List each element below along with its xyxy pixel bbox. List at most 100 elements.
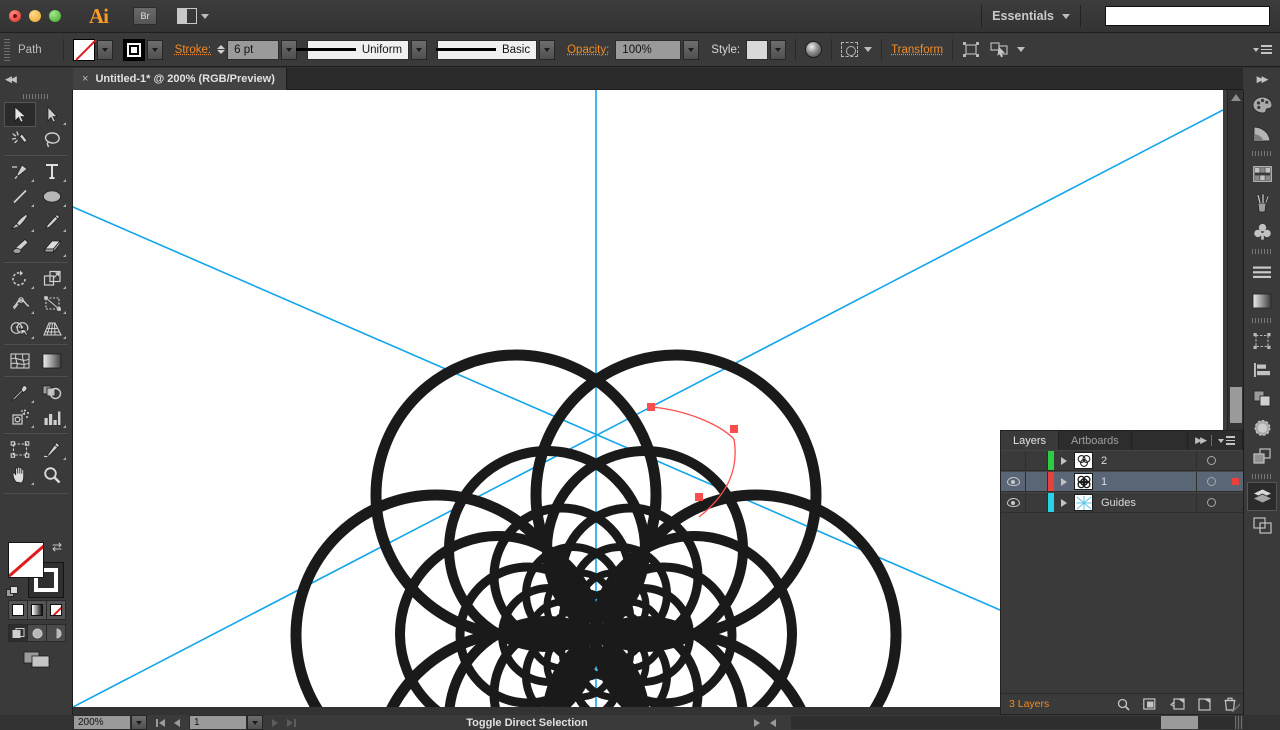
blend-tool[interactable]	[36, 380, 68, 405]
type-tool[interactable]	[36, 159, 68, 184]
zoom-level-input[interactable]: 200%	[73, 715, 131, 730]
create-new-sublayer-icon[interactable]	[1170, 697, 1185, 711]
eraser-tool[interactable]	[36, 234, 68, 259]
perspective-grid-tool[interactable]	[36, 316, 68, 341]
right-dock-collapse[interactable]: ▶▶	[1243, 68, 1280, 90]
mesh-tool[interactable]	[4, 348, 36, 373]
status-text[interactable]: Toggle Direct Selection	[466, 717, 587, 729]
direct-selection-tool[interactable]	[36, 102, 68, 127]
recolor-artwork-icon[interactable]	[805, 41, 823, 58]
left-dock-collapse[interactable]: ◀◀	[0, 68, 73, 90]
layer-name[interactable]: 2	[1101, 455, 1196, 467]
stroke-profile-preview[interactable]: Uniform	[295, 39, 410, 60]
gradient-mode-button[interactable]	[28, 601, 47, 619]
layer-target-indicator[interactable]	[1196, 493, 1226, 512]
table-row[interactable]: 2	[1001, 450, 1244, 471]
zoom-level-dropdown-button[interactable]	[131, 715, 147, 730]
stroke-label[interactable]: Stroke:	[175, 44, 211, 56]
status-bar-grip[interactable]	[1235, 716, 1243, 729]
symbol-sprayer-tool[interactable]	[4, 405, 36, 430]
draw-inside-button[interactable]	[47, 625, 65, 641]
width-tool[interactable]	[4, 291, 36, 316]
brush-definition-preview[interactable]: Basic	[435, 39, 538, 60]
artboard-tool[interactable]	[4, 437, 36, 462]
draw-behind-button[interactable]	[28, 625, 47, 641]
status-expand-icon[interactable]	[749, 716, 765, 729]
locate-object-icon[interactable]	[1117, 698, 1130, 711]
zoom-tool[interactable]	[36, 462, 68, 487]
layer-visibility-toggle[interactable]	[1001, 472, 1026, 491]
ellipse-tool[interactable]	[36, 184, 68, 209]
artboards-panel-icon[interactable]	[1244, 511, 1280, 540]
workspace-switcher[interactable]: Essentials	[992, 9, 1054, 23]
last-artboard-icon[interactable]	[287, 718, 296, 727]
appearance-panel-icon[interactable]	[1244, 442, 1280, 471]
horizontal-scrollbar[interactable]	[791, 716, 1235, 729]
arrange-documents-button[interactable]	[177, 8, 209, 24]
free-transform-tool[interactable]	[36, 291, 68, 316]
swap-fill-stroke-icon[interactable]: ⇄	[52, 540, 62, 554]
selection-tool[interactable]	[4, 102, 36, 127]
layer-lock-toggle[interactable]	[1026, 451, 1048, 470]
transform-link[interactable]: Transform	[891, 44, 943, 56]
tools-panel-grip[interactable]	[23, 94, 49, 99]
align-icon[interactable]	[962, 41, 980, 58]
lasso-tool[interactable]	[36, 127, 68, 152]
tab-artboards[interactable]: Artboards	[1059, 431, 1132, 450]
default-fill-stroke-icon[interactable]	[6, 586, 19, 599]
stroke-weight-stepper[interactable]	[217, 45, 226, 54]
fill-color-swatch[interactable]	[8, 542, 44, 578]
stroke-weight-dropdown-button[interactable]	[281, 39, 298, 60]
select-similar-chevron-down-icon[interactable]	[1017, 47, 1026, 52]
horizontal-scrollbar-thumb[interactable]	[1161, 716, 1198, 729]
control-panel-menu-icon[interactable]	[1253, 45, 1272, 54]
layer-visibility-toggle[interactable]	[1001, 451, 1026, 470]
brushes-panel-icon[interactable]	[1244, 188, 1280, 217]
color-mode-button[interactable]	[9, 601, 28, 619]
layer-target-indicator[interactable]	[1196, 451, 1226, 470]
layer-expand-triangle[interactable]	[1054, 456, 1074, 465]
dock-group-grip[interactable]	[1252, 474, 1272, 479]
artboard-number-input[interactable]: 1	[189, 715, 247, 730]
gradient-tool[interactable]	[36, 348, 68, 373]
isolate-selected-object-icon[interactable]	[841, 42, 859, 57]
search-input[interactable]	[1105, 6, 1270, 26]
layer-name[interactable]: 1	[1101, 476, 1196, 488]
vertical-scrollbar-thumb[interactable]	[1230, 387, 1242, 423]
paintbrush-tool[interactable]	[4, 209, 36, 234]
tab-layers[interactable]: Layers	[1001, 431, 1060, 450]
layer-lock-toggle[interactable]	[1026, 493, 1048, 512]
eyedropper-tool[interactable]	[4, 380, 36, 405]
slice-tool[interactable]	[36, 437, 68, 462]
isolate-chevron-down-icon[interactable]	[864, 47, 873, 52]
blob-brush-tool[interactable]	[4, 234, 36, 259]
create-new-layer-icon[interactable]	[1198, 697, 1211, 711]
select-similar-objects-icon[interactable]	[990, 41, 1010, 58]
stroke-panel-icon[interactable]	[1244, 257, 1280, 286]
opacity-label[interactable]: Opacity:	[567, 44, 609, 56]
collapse-panel-icon[interactable]: ▶▶	[1195, 435, 1207, 446]
dock-group-grip[interactable]	[1252, 249, 1272, 254]
transform-panel-icon[interactable]	[1244, 326, 1280, 355]
color-panel-icon[interactable]	[1244, 90, 1280, 119]
none-mode-button[interactable]	[47, 601, 65, 619]
magic-wand-tool[interactable]	[4, 127, 36, 152]
panel-resize-grip[interactable]	[1229, 701, 1240, 712]
layers-panel-icon[interactable]	[1247, 482, 1277, 511]
zoom-button[interactable]	[49, 10, 61, 22]
color-guide-panel-icon[interactable]	[1244, 119, 1280, 148]
close-button[interactable]	[9, 10, 21, 22]
scroll-up-arrow-icon[interactable]	[1230, 94, 1241, 101]
change-screen-mode-icon[interactable]	[23, 648, 51, 673]
workspace-chevron-down-icon[interactable]	[1062, 13, 1070, 19]
control-bar-grip[interactable]	[4, 38, 10, 61]
first-artboard-icon[interactable]	[156, 718, 165, 727]
layer-visibility-toggle[interactable]	[1001, 493, 1026, 512]
layer-lock-toggle[interactable]	[1026, 472, 1048, 491]
graphic-style-dropdown-button[interactable]	[770, 39, 787, 60]
draw-normal-button[interactable]	[9, 625, 28, 641]
opacity-dropdown-button[interactable]	[683, 39, 700, 60]
panel-menu-icon[interactable]	[1218, 436, 1235, 445]
layer-name[interactable]: Guides	[1101, 497, 1196, 509]
gradient-panel-icon[interactable]	[1244, 286, 1280, 315]
